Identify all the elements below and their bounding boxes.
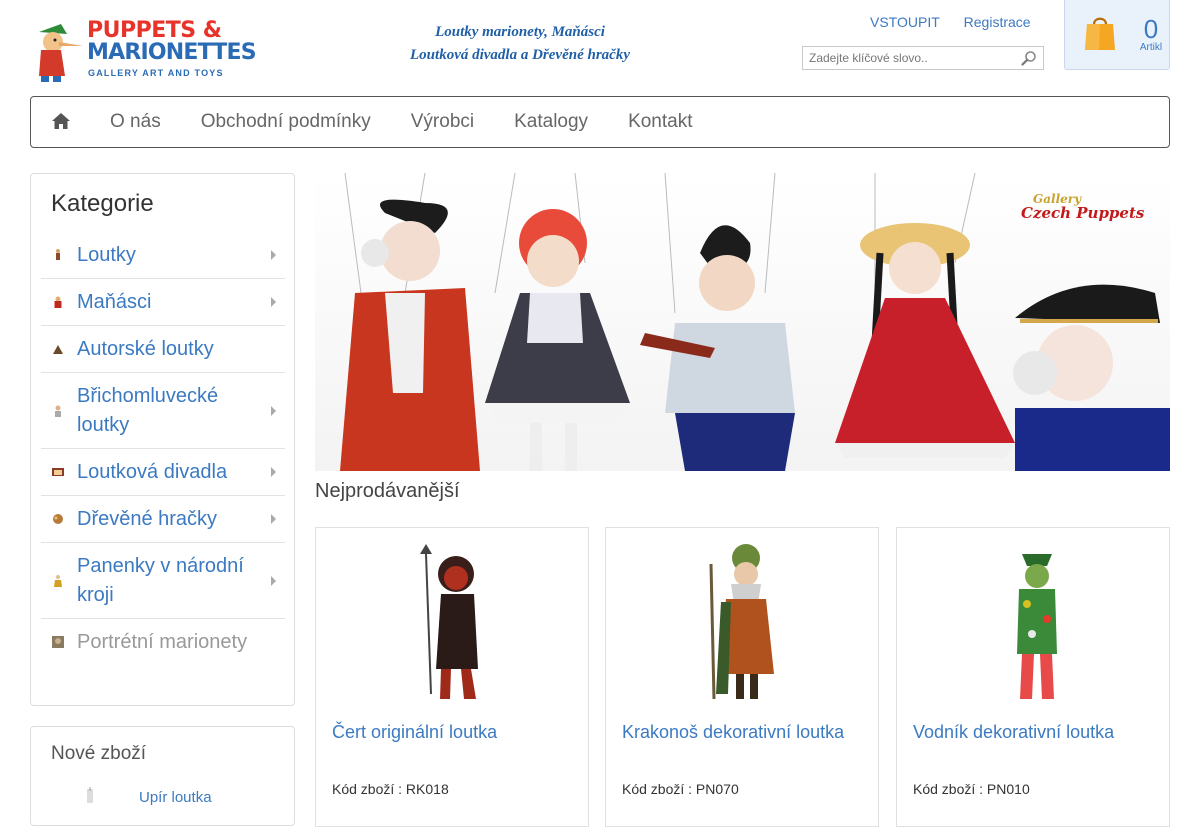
search-box [802, 46, 1044, 70]
tagline-line-1: Loutky marionety, Maňásci [435, 24, 605, 40]
product-code: Kód zboží : RK018 [332, 781, 449, 797]
chevron-right-icon [271, 467, 276, 477]
category-list: Loutky Maňásci Autorské loutky Břichomlu… [41, 232, 285, 665]
home-icon[interactable] [51, 112, 71, 130]
search-icon[interactable] [1021, 50, 1037, 66]
new-products-box: Nové zboží Upír loutka [30, 726, 295, 826]
banner-line-2: Czech Puppets [1021, 204, 1145, 222]
product-card[interactable]: Vodník dekorativní loutka Kód zboží : PN… [896, 527, 1170, 827]
nav-item-contact[interactable]: Kontakt [628, 97, 712, 147]
category-label: Dřevěné hračky [77, 508, 218, 530]
category-label: Portrétní marionety [77, 631, 248, 653]
chevron-right-icon [271, 297, 276, 307]
shopping-bag-icon [1085, 17, 1115, 50]
category-label: Maňásci [77, 291, 152, 313]
category-item-hand-puppets[interactable]: Maňásci [41, 279, 285, 326]
nav-item-about[interactable]: O nás [110, 97, 181, 147]
hand-puppet-thumb-icon [54, 296, 62, 308]
chevron-right-icon [271, 250, 276, 260]
new-product-link[interactable]: Upír loutka [139, 789, 212, 806]
login-link[interactable]: VSTOUPIT [870, 14, 940, 30]
product-name[interactable]: Krakonoš dekorativní loutka [622, 722, 844, 743]
category-item-folk-dolls[interactable]: Panenky v národní kroji [41, 543, 285, 619]
product-name[interactable]: Vodník dekorativní loutka [913, 722, 1114, 743]
header: PUPPETS & MARIONETTES GALLERY ART AND TO… [0, 0, 1200, 96]
new-product-thumb-icon[interactable] [81, 787, 99, 803]
product-code: Kód zboží : PN010 [913, 781, 1030, 797]
product-card[interactable]: Krakonoš dekorativní loutka Kód zboží : … [605, 527, 879, 827]
chevron-right-icon [271, 405, 276, 416]
nav-item-terms[interactable]: Obchodní podmínky [201, 97, 391, 147]
category-item-portrait[interactable]: Portrétní marionety [41, 619, 285, 665]
category-box: Kategorie Loutky Maňásci Autorské loutky… [30, 173, 295, 706]
pinocchio-logo-icon [39, 24, 83, 82]
puppet-thumb-icon [56, 249, 60, 260]
nav-item-catalogs[interactable]: Katalogy [514, 97, 608, 147]
ventriloquist-thumb-icon [55, 405, 61, 417]
category-title: Kategorie [51, 190, 154, 217]
cart-count: 0 [1143, 14, 1159, 44]
author-puppet-thumb-icon [53, 345, 63, 354]
site-logo[interactable]: PUPPETS & MARIONETTES GALLERY ART AND TO… [31, 18, 257, 84]
category-item-theatres[interactable]: Loutková divadla [41, 449, 285, 496]
category-label: Břichomluvecké loutky [77, 385, 219, 436]
puppets-banner-image: Gallery Czech Puppets [315, 173, 1170, 471]
product-card[interactable]: Čert originální loutka Kód zboží : RK018 [315, 527, 589, 827]
category-label: Loutky [77, 244, 136, 266]
vodnik-puppet-image[interactable] [987, 544, 1087, 704]
logo-line-3: GALLERY ART AND TOYS [88, 68, 224, 78]
portrait-thumb-icon [52, 636, 64, 648]
wooden-toy-thumb-icon [53, 514, 63, 524]
theatre-thumb-icon [52, 468, 64, 476]
category-item-puppets[interactable]: Loutky [41, 232, 285, 279]
new-products-title: Nové zboží [51, 743, 147, 764]
chevron-right-icon [271, 575, 276, 586]
section-title: Nejprodávanější [315, 480, 460, 502]
chevron-right-icon [271, 514, 276, 524]
folk-doll-thumb-icon [54, 574, 62, 587]
nav-items: O nás Obchodní podmínky Výrobci Katalogy… [110, 97, 733, 147]
logo-line-2: MARIONETTES [87, 40, 257, 65]
category-item-author-puppets[interactable]: Autorské loutky [41, 326, 285, 373]
devil-puppet-image[interactable] [406, 544, 506, 704]
cart-label: Artikl [1139, 42, 1163, 53]
register-link[interactable]: Registrace [964, 14, 1031, 30]
search-input[interactable] [803, 47, 1013, 69]
category-label: Autorské loutky [77, 338, 214, 360]
category-item-wooden-toys[interactable]: Dřevěné hračky [41, 496, 285, 543]
krakonos-puppet-image[interactable] [696, 544, 796, 704]
cart-widget[interactable]: 0 Artikl [1064, 0, 1170, 70]
category-item-ventriloquist[interactable]: Břichomluvecké loutky [41, 373, 285, 449]
main-nav: O nás Obchodní podmínky Výrobci Katalogy… [30, 96, 1170, 148]
tagline-line-2: Loutková divadla a Dřevěné hračky [410, 47, 630, 63]
category-label: Loutková divadla [77, 461, 228, 483]
hero-banner[interactable]: Gallery Czech Puppets [315, 173, 1170, 471]
category-label: Panenky v národní kroji [77, 555, 244, 606]
site-tagline: Loutky marionety, Maňásci Loutková divad… [380, 21, 660, 67]
nav-item-manufacturers[interactable]: Výrobci [411, 97, 494, 147]
account-links: VSTOUPIT Registrace [870, 14, 1051, 30]
product-name[interactable]: Čert originální loutka [332, 722, 497, 743]
product-code: Kód zboží : PN070 [622, 781, 739, 797]
